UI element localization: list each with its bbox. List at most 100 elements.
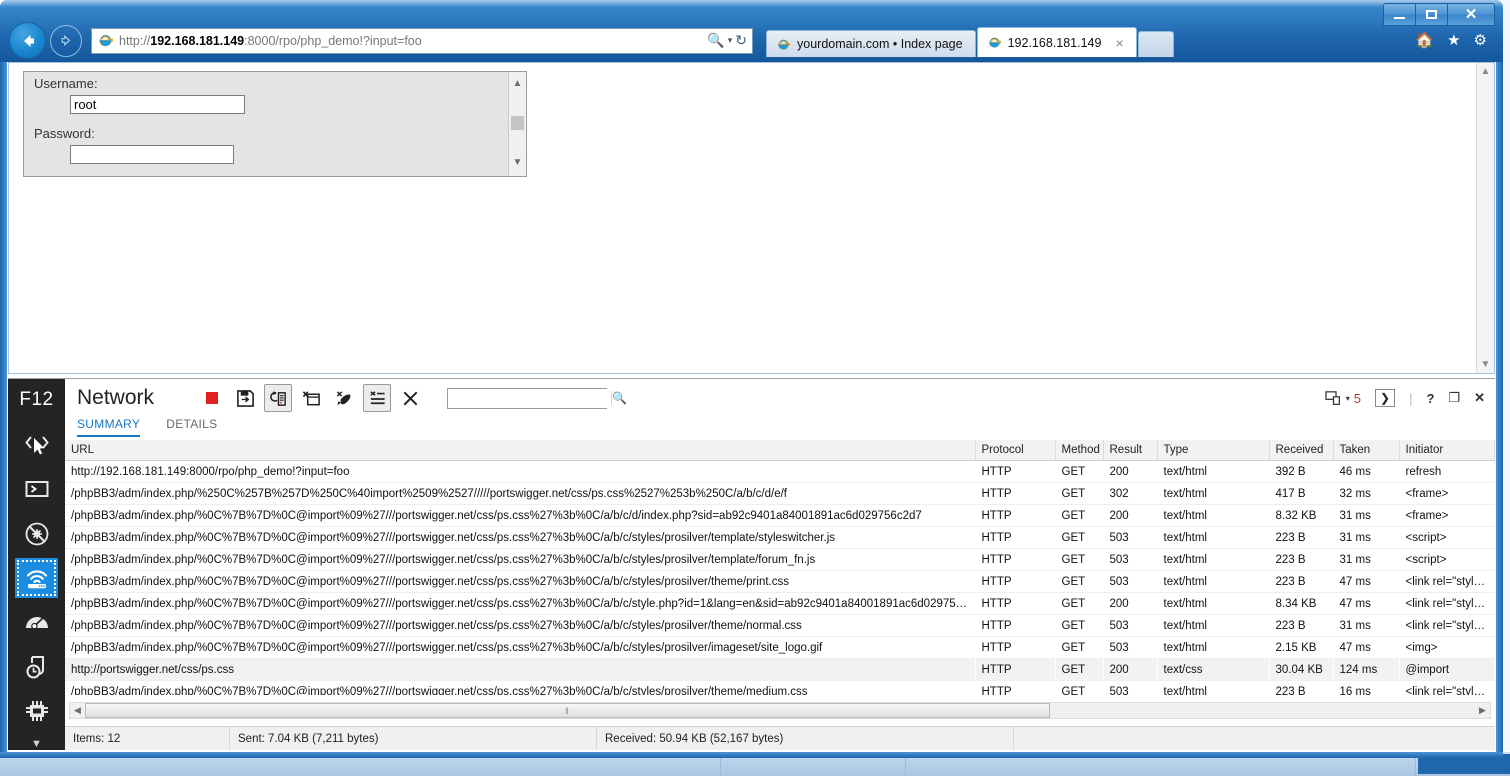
- cell-result: 200: [1103, 460, 1157, 483]
- detach-button[interactable]: ❯: [1375, 389, 1396, 407]
- table-row[interactable]: http://portswigger.net/css/ps.css HTTP GET…: [65, 658, 1495, 681]
- tab-yourdomain[interactable]: yourdomain.com • Index page: [766, 30, 976, 57]
- scroll-track[interactable]: ‖: [85, 703, 1475, 718]
- table-row[interactable]: /phpBB3/adm/index.php/%0C%7B%7D%0C@impor…: [65, 504, 1495, 527]
- close-button[interactable]: ✕: [1447, 3, 1495, 26]
- column-header-method[interactable]: Method: [1055, 440, 1104, 461]
- dock-button[interactable]: ❐: [1448, 390, 1460, 406]
- scroll-down-icon[interactable]: ▼: [509, 154, 526, 170]
- search-icon[interactable]: 🔍: [707, 32, 724, 49]
- clear-on-navigate-button[interactable]: [297, 384, 325, 412]
- scroll-thumb[interactable]: ‖: [85, 703, 1050, 718]
- scroll-up-icon[interactable]: ▲: [1477, 63, 1494, 80]
- close-devtools-button[interactable]: ✕: [1474, 390, 1485, 406]
- cell-taken: 47 ms: [1333, 592, 1399, 615]
- sidebar-item-ui-responsiveness[interactable]: [15, 647, 58, 686]
- search-box[interactable]: 🔍: [447, 387, 627, 409]
- stop-profiling-button[interactable]: [198, 384, 226, 412]
- cell-type: text/html: [1157, 614, 1269, 637]
- column-header-received[interactable]: Received: [1269, 440, 1334, 461]
- table-row[interactable]: /phpBB3/adm/index.php/%0C%7B%7D%0C@impor…: [65, 592, 1495, 615]
- cell-result: 503: [1103, 680, 1157, 695]
- cell-url: /phpBB3/adm/index.php/%0C%7B%7D%0C@impor…: [65, 570, 975, 593]
- table-row[interactable]: /phpBB3/adm/index.php/%0C%7B%7D%0C@impor…: [65, 636, 1495, 659]
- cell-received: 223 B: [1269, 614, 1333, 637]
- refresh-icon[interactable]: ↻: [735, 32, 747, 49]
- always-refresh-button[interactable]: [264, 384, 293, 412]
- cell-method: GET: [1055, 680, 1103, 695]
- frame-scrollbar[interactable]: ▲ ▼: [508, 72, 526, 176]
- network-grid: URL Protocol Method Result Type Received…: [65, 440, 1495, 695]
- devtools-status-bar: Items: 12 Sent: 7.04 KB (7,211 bytes) Re…: [65, 726, 1495, 750]
- sidebar-item-memory[interactable]: [15, 692, 58, 731]
- tab-details[interactable]: DETAILS: [166, 417, 217, 435]
- sidebar-item-console[interactable]: [15, 469, 58, 508]
- scroll-left-icon[interactable]: ◀: [70, 705, 85, 716]
- help-button[interactable]: ?: [1426, 391, 1434, 406]
- clear-cache-button[interactable]: [330, 384, 358, 412]
- scroll-down-icon[interactable]: ▼: [1477, 356, 1494, 373]
- sidebar-item-network[interactable]: [15, 558, 58, 598]
- username-input[interactable]: [70, 95, 245, 114]
- forward-button[interactable]: [50, 24, 82, 57]
- column-header-initiator[interactable]: Initiator: [1399, 440, 1495, 461]
- sidebar-item-dom-explorer[interactable]: [15, 425, 58, 464]
- cell-method: GET: [1055, 658, 1103, 681]
- column-header-type[interactable]: Type: [1157, 440, 1270, 461]
- close-icon[interactable]: ×: [1115, 35, 1123, 51]
- address-bar[interactable]: http://192.168.181.149:8000/rpo/php_demo…: [91, 27, 753, 54]
- search-icon[interactable]: 🔍: [611, 391, 627, 405]
- search-input[interactable]: [448, 388, 612, 408]
- login-form: Username: Password:: [34, 76, 504, 164]
- table-row[interactable]: /phpBB3/adm/index.php/%0C%7B%7D%0C@impor…: [65, 526, 1495, 549]
- sidebar-item-performance[interactable]: [15, 603, 58, 642]
- table-row[interactable]: /phpBB3/adm/index.php/%250C%257B%257D%25…: [65, 482, 1495, 505]
- back-button[interactable]: [9, 22, 46, 59]
- scroll-thumb[interactable]: [511, 116, 524, 130]
- save-icon: [236, 389, 254, 407]
- column-header-taken[interactable]: Taken: [1333, 440, 1400, 461]
- chevron-down-icon[interactable]: ▾: [728, 35, 733, 46]
- column-header-protocol[interactable]: Protocol: [975, 440, 1056, 461]
- target-count: 5: [1353, 390, 1362, 406]
- column-header-url[interactable]: URL: [65, 440, 976, 461]
- debugger-icon: [25, 522, 48, 545]
- url-host: 192.168.181.149: [150, 33, 245, 48]
- tab-summary[interactable]: SUMMARY: [77, 417, 141, 437]
- cell-url: http://portswigger.net/css/ps.css: [65, 658, 975, 681]
- table-row[interactable]: http://192.168.181.149:8000/rpo/php_demo…: [65, 460, 1495, 483]
- maximize-button[interactable]: [1415, 3, 1448, 26]
- minimize-button[interactable]: [1383, 3, 1416, 26]
- login-frame: Username: Password: ▲ ▼: [23, 71, 527, 177]
- scroll-right-icon[interactable]: ▶: [1475, 705, 1490, 716]
- cell-url: /phpBB3/adm/index.php/%250C%257B%257D%25…: [65, 482, 975, 505]
- change-target-button[interactable]: ▾ 5: [1325, 391, 1361, 406]
- new-tab-button[interactable]: [1137, 31, 1174, 57]
- clear-session-button[interactable]: [396, 384, 424, 412]
- tab-192-168-181-149[interactable]: 192.168.181.149 ×: [976, 27, 1137, 57]
- table-row[interactable]: /phpBB3/adm/index.php/%0C%7B%7D%0C@impor…: [65, 570, 1495, 593]
- table-row[interactable]: /phpBB3/adm/index.php/%0C%7B%7D%0C@impor…: [65, 680, 1495, 695]
- page-scrollbar-vertical[interactable]: ▲ ▼: [1476, 63, 1494, 373]
- cell-url: /phpBB3/adm/index.php/%0C%7B%7D%0C@impor…: [65, 504, 975, 527]
- home-icon[interactable]: 🏠: [1415, 31, 1434, 49]
- cell-initiator: <frame>: [1399, 504, 1495, 527]
- cell-result: 503: [1103, 526, 1157, 549]
- table-row[interactable]: /phpBB3/adm/index.php/%0C%7B%7D%0C@impor…: [65, 548, 1495, 571]
- table-row[interactable]: /phpBB3/adm/index.php/%0C%7B%7D%0C@impor…: [65, 614, 1495, 637]
- favorites-icon[interactable]: ★: [1447, 31, 1460, 49]
- address-bar-icons: 🔍 ▾ ↻: [707, 32, 750, 49]
- export-har-button[interactable]: [231, 384, 259, 412]
- cell-protocol: HTTP: [975, 482, 1055, 505]
- sidebar-more-icon[interactable]: ▼: [31, 738, 42, 750]
- password-input[interactable]: [70, 145, 234, 164]
- browser-window: ✕ http://192.168.181.149:8000/rpo/php_de…: [0, 0, 1503, 758]
- group-by-button[interactable]: [363, 384, 392, 412]
- cell-url: /phpBB3/adm/index.php/%0C%7B%7D%0C@impor…: [65, 548, 975, 571]
- scroll-up-icon[interactable]: ▲: [509, 75, 526, 91]
- status-received: Received: 50.94 KB (52,167 bytes): [597, 727, 1014, 750]
- column-header-result[interactable]: Result: [1103, 440, 1158, 461]
- sidebar-item-debugger[interactable]: [15, 514, 58, 553]
- grid-horizontal-scrollbar[interactable]: ◀ ‖ ▶: [69, 702, 1491, 719]
- tools-icon[interactable]: ⚙: [1474, 31, 1487, 49]
